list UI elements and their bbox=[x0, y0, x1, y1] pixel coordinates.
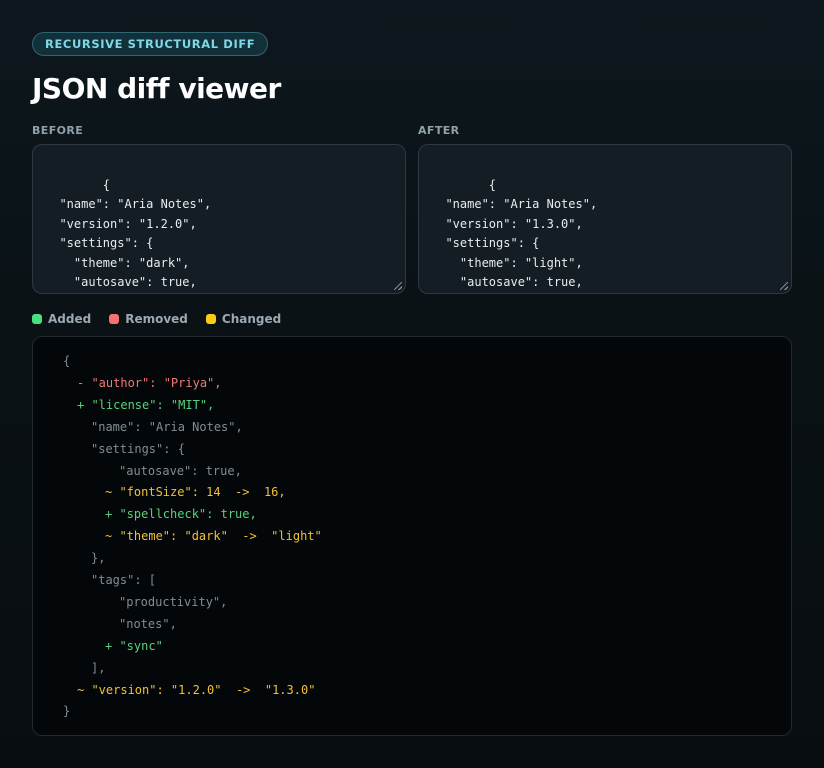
after-panel: AFTER { "name": "Aria Notes", "version":… bbox=[418, 124, 792, 294]
resize-handle-icon[interactable] bbox=[780, 282, 788, 290]
diff-line-neutral: ], bbox=[91, 660, 106, 675]
removed-swatch-icon bbox=[109, 314, 120, 324]
before-label: BEFORE bbox=[32, 124, 84, 137]
diff-line-neutral: }, bbox=[91, 551, 106, 566]
changed-swatch-icon bbox=[205, 314, 216, 324]
resize-handle-icon[interactable] bbox=[394, 282, 402, 290]
diff-line-neutral: "tags": [ bbox=[91, 573, 157, 587]
after-json-text: { "name": "Aria Notes", "version": "1.3.… bbox=[445, 177, 598, 290]
legend-changed-label: Changed bbox=[221, 312, 282, 326]
diff-line-neutral: "settings": { bbox=[91, 441, 185, 456]
diff-line-changed: ~ "fontSize": 14 -> 16, bbox=[105, 485, 286, 500]
before-panel: BEFORE { "name": "Aria Notes", "version"… bbox=[32, 124, 406, 294]
after-label: AFTER bbox=[418, 124, 460, 137]
editor-panels: BEFORE { "name": "Aria Notes", "version"… bbox=[32, 124, 792, 294]
diff-line-neutral: { bbox=[63, 354, 71, 368]
diff-line-neutral: "notes", bbox=[119, 616, 177, 631]
diff-line-changed: ~ "version": "1.2.0" -> "1.3.0" bbox=[77, 682, 316, 697]
diff-line-neutral: } bbox=[63, 704, 71, 719]
legend-added-label: Added bbox=[48, 312, 92, 326]
legend: Added Removed Changed bbox=[32, 312, 299, 326]
before-json-input[interactable]: { "name": "Aria Notes", "version": "1.2.… bbox=[32, 144, 406, 294]
diff-line-added: + "sync" bbox=[105, 638, 163, 653]
diff-line-added: + "spellcheck": true, bbox=[105, 507, 257, 522]
legend-removed: Removed bbox=[109, 312, 188, 326]
diff-line-neutral: "autosave": true, bbox=[119, 463, 242, 478]
after-json-input[interactable]: { "name": "Aria Notes", "version": "1.3.… bbox=[418, 144, 792, 294]
diff-line-neutral: "name": "Aria Notes", bbox=[91, 419, 243, 434]
legend-removed-label: Removed bbox=[125, 312, 188, 326]
diff-line-neutral: "productivity", bbox=[119, 594, 228, 609]
diff-output: { - "author": "Priya", + "license": "MIT",… bbox=[32, 336, 792, 736]
diff-line-changed: ~ "theme": "dark" -> "light" bbox=[105, 529, 322, 544]
diff-line-added: + "license": "MIT", bbox=[77, 397, 215, 412]
added-swatch-icon bbox=[32, 314, 42, 324]
app-container: RECURSIVE STRUCTURAL DIFF JSON diff view… bbox=[32, 32, 792, 736]
diff-line-removed: - "author": "Priya", bbox=[77, 375, 222, 390]
mode-badge: RECURSIVE STRUCTURAL DIFF bbox=[32, 32, 269, 56]
legend-changed: Changed bbox=[205, 312, 282, 326]
legend-added: Added bbox=[32, 312, 91, 326]
page-title: JSON diff viewer bbox=[32, 72, 281, 105]
before-json-text: { "name": "Aria Notes", "version": "1.2.… bbox=[59, 177, 212, 290]
